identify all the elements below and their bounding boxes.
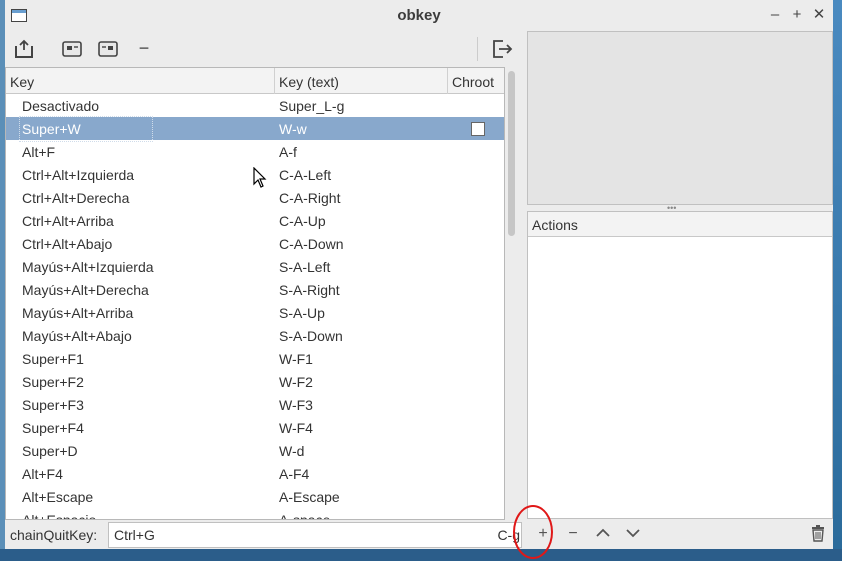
row-key: Super+F3 xyxy=(22,397,84,413)
table-row[interactable]: Super+F2 W-F2 xyxy=(6,370,504,393)
keybinding-list[interactable]: Key Key (text) Chroot Desactivado Super_L… xyxy=(5,67,505,520)
table-row[interactable]: Mayús+Alt+Izquierda S-A-Left xyxy=(6,255,504,278)
table-row[interactable]: Super+F1 W-F1 xyxy=(6,347,504,370)
chain-quit-key-input[interactable]: Ctrl+G C-g xyxy=(108,522,522,548)
table-row[interactable]: Desactivado Super_L-g xyxy=(6,94,504,117)
row-key: Alt+Escape xyxy=(22,489,94,505)
row-key-text: C-A-Left xyxy=(279,167,332,183)
row-key-text: S-A-Down xyxy=(279,328,343,344)
row-key-text: A-F4 xyxy=(279,466,310,482)
row-key-text: A-f xyxy=(279,144,297,160)
row-key-text: S-A-Left xyxy=(279,259,331,275)
scrollbar-thumb[interactable] xyxy=(508,71,515,236)
column-header-chroot[interactable]: Chroot xyxy=(447,68,504,94)
row-key: Mayús+Alt+Izquierda xyxy=(22,259,154,275)
list-scrollbar[interactable] xyxy=(505,67,519,520)
row-key-text: W-w xyxy=(279,121,307,137)
row-key: Ctrl+Alt+Izquierda xyxy=(22,167,135,183)
remove-action-button[interactable]: − xyxy=(563,525,583,543)
row-key: Ctrl+Alt+Arriba xyxy=(22,213,114,229)
chain-quit-key-label: chainQuitKey: xyxy=(10,527,98,543)
trash-icon[interactable] xyxy=(808,525,828,543)
row-key-text: S-A-Right xyxy=(279,282,340,298)
move-down-icon[interactable] xyxy=(623,525,643,543)
close-icon[interactable]: ✕ xyxy=(811,6,827,24)
remove-icon[interactable]: − xyxy=(131,37,157,61)
maximize-icon[interactable]: + xyxy=(789,6,805,24)
row-key: Desactivado xyxy=(22,98,100,114)
row-key: Alt+F xyxy=(22,144,56,160)
column-header-key[interactable]: Key xyxy=(10,68,270,94)
desktop-background-bottom xyxy=(0,549,842,561)
row-key: Super+F2 xyxy=(22,374,84,390)
load-icon[interactable] xyxy=(11,37,37,61)
desktop-background-right xyxy=(833,0,842,561)
actions-header[interactable]: Actions xyxy=(528,212,832,237)
copy-chain-icon[interactable] xyxy=(95,37,121,61)
actions-pane[interactable]: Actions xyxy=(527,211,833,519)
row-key: Super+F4 xyxy=(22,420,84,436)
row-key-text: A-space xyxy=(279,512,331,520)
chain-quit-key-bar: chainQuitKey: Ctrl+G C-g xyxy=(5,520,523,549)
row-key-text: W-F2 xyxy=(279,374,313,390)
row-key: Super+D xyxy=(22,443,78,459)
row-key-text: W-F4 xyxy=(279,420,313,436)
chain-quit-key-value: Ctrl+G xyxy=(114,527,155,543)
move-up-icon[interactable] xyxy=(593,525,613,543)
row-key: Mayús+Alt+Derecha xyxy=(22,282,149,298)
row-key-text: Super_L-g xyxy=(279,98,345,114)
toolbar: − xyxy=(5,31,523,67)
table-row[interactable]: Super+F3 W-F3 xyxy=(6,393,504,416)
table-row[interactable]: Mayús+Alt+Derecha S-A-Right xyxy=(6,278,504,301)
annotation-circle xyxy=(513,505,553,559)
chroot-checkbox[interactable] xyxy=(471,122,485,136)
row-key-text: C-A-Up xyxy=(279,213,326,229)
row-key-text: C-A-Right xyxy=(279,190,341,206)
table-row[interactable]: Super+D W-d xyxy=(6,439,504,462)
column-header-key-text[interactable]: Key (text) xyxy=(274,68,449,94)
window-title: obkey xyxy=(397,7,441,24)
table-row[interactable]: Alt+Escape A-Escape xyxy=(6,485,504,508)
table-row[interactable]: Super+F4 W-F4 xyxy=(6,416,504,439)
row-key: Mayús+Alt+Abajo xyxy=(22,328,132,344)
row-key: Super+F1 xyxy=(22,351,84,367)
copy-keybinding-icon[interactable] xyxy=(59,37,85,61)
table-row[interactable]: Mayús+Alt+Abajo S-A-Down xyxy=(6,324,504,347)
minimize-icon[interactable]: – xyxy=(767,6,783,24)
table-row[interactable]: Alt+F4 A-F4 xyxy=(6,462,504,485)
list-header: Key Key (text) Chroot xyxy=(6,68,504,94)
table-row-selected[interactable]: Super+W W-w xyxy=(6,116,504,142)
row-key: Mayús+Alt+Arriba xyxy=(22,305,134,321)
quit-icon[interactable] xyxy=(489,37,515,61)
row-key-text: A-Escape xyxy=(279,489,340,505)
list-rows: Desactivado Super_L-g Super+W W-w Alt+F A-f… xyxy=(6,94,504,520)
row-key: Ctrl+Alt+Abajo xyxy=(22,236,113,252)
obkey-window: obkey – + ✕ − Key Key (text) Chroot Desa… xyxy=(5,0,833,549)
mouse-cursor-icon xyxy=(253,166,267,194)
table-row[interactable]: Alt+Espacio A-space xyxy=(6,508,504,520)
table-row[interactable]: Ctrl+Alt+Abajo C-A-Down xyxy=(6,232,504,255)
table-row[interactable]: Mayús+Alt+Arriba S-A-Up xyxy=(6,301,504,324)
title-bar: obkey – + ✕ xyxy=(5,0,833,31)
actions-toolbar: + − xyxy=(527,519,833,549)
row-key: Alt+Espacio xyxy=(22,512,97,520)
row-key-text: S-A-Up xyxy=(279,305,325,321)
row-key-text: C-A-Down xyxy=(279,236,344,252)
row-key: Alt+F4 xyxy=(22,466,63,482)
table-row[interactable]: Ctrl+Alt+Arriba C-A-Up xyxy=(6,209,504,232)
row-key-text: W-d xyxy=(279,443,305,459)
row-key: Ctrl+Alt+Derecha xyxy=(22,190,130,206)
toolbar-separator xyxy=(477,37,478,61)
row-key-text: W-F3 xyxy=(279,397,313,413)
row-key-text: W-F1 xyxy=(279,351,313,367)
table-row[interactable]: Alt+F A-f xyxy=(6,140,504,163)
keybinding-options-pane xyxy=(527,31,833,205)
row-key: Super+W xyxy=(19,116,153,142)
